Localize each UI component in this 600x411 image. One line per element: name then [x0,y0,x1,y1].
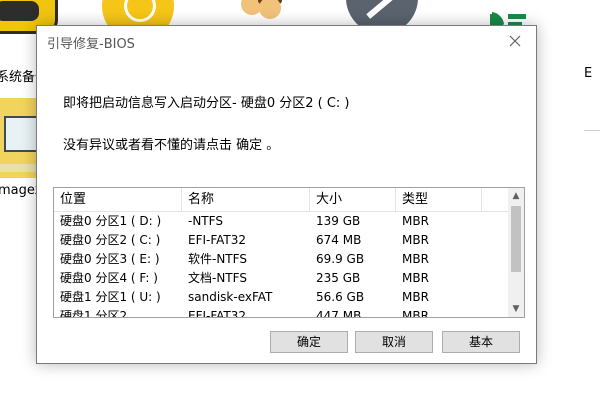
message-line-2: 没有异议或者看不懂的请点击 确定 。 [63,138,280,153]
partition-table[interactable]: 位置 名称 大小 类型 硬盘0 分区1 ( D: ) -NTFS 139 GB … [53,187,525,318]
cell-name: EFI-FAT32 [188,233,247,247]
table-row[interactable]: 硬盘1 分区1 ( U: ) sandisk-exFAT 56.6 GB MBR [54,288,510,307]
scrollbar-thumb[interactable] [511,206,521,272]
ok-button[interactable]: 确定 [270,331,348,353]
scroll-down-arrow-icon[interactable]: ▼ [508,301,524,317]
cell-location: 硬盘0 分区4 ( F: ) [60,271,158,285]
table-row[interactable]: 硬盘0 分区2 ( C: ) EFI-FAT32 674 MB MBR [54,231,510,250]
column-header-type[interactable]: 类型 [396,188,482,212]
cell-type: MBR [402,233,429,247]
cell-type: MBR [402,309,429,318]
cell-name: sandisk-exFAT [188,290,273,304]
cell-name: EFI-FAT32 [188,309,247,318]
column-header-location[interactable]: 位置 [54,188,182,212]
cell-location: 硬盘1 分区1 ( U: ) [60,290,161,304]
cell-type: MBR [402,214,429,228]
column-header-name[interactable]: 名称 [182,188,310,212]
cell-location: 硬盘0 分区1 ( D: ) [60,214,162,228]
cell-type: MBR [402,271,429,285]
cell-size: 674 MB [316,233,362,247]
cell-name: -NTFS [188,214,223,228]
column-header-extra [482,188,510,212]
table-row[interactable]: 硬盘1 分区2 EFI-FAT32 447 MB MBR [54,307,510,318]
cell-location: 硬盘0 分区2 ( C: ) [60,233,161,247]
close-button[interactable] [502,28,528,54]
divider [584,130,600,131]
right-label[interactable]: E [584,66,592,81]
cell-size: 139 GB [316,214,361,228]
cell-size: 69.9 GB [316,252,365,266]
table-row[interactable]: 硬盘0 分区1 ( D: ) -NTFS 139 GB MBR [54,212,510,231]
message-line-1: 即将把启动信息写入启动分区- 硬盘0 分区2 ( C: ) [63,96,350,111]
dialog-title: 引导修复-BIOS [47,37,135,52]
cancel-button[interactable]: 取消 [355,331,433,353]
cell-location: 硬盘0 分区3 ( E: ) [60,252,160,266]
cell-name: 文档-NTFS [188,271,247,285]
vertical-scrollbar[interactable]: ▲ ▼ [508,188,524,317]
cell-type: MBR [402,290,429,304]
column-header-size[interactable]: 大小 [310,188,396,212]
boot-repair-dialog: 引导修复-BIOS 即将把启动信息写入启动分区- 硬盘0 分区2 ( C: ) … [36,25,537,364]
close-icon [509,35,521,47]
cell-size: 447 MB [316,309,362,318]
table-header: 位置 名称 大小 类型 [54,188,510,212]
dialog-titlebar[interactable]: 引导修复-BIOS [37,26,536,56]
table-row[interactable]: 硬盘0 分区4 ( F: ) 文档-NTFS 235 GB MBR [54,269,510,288]
cell-location: 硬盘1 分区2 [60,309,128,318]
cell-name: 软件-NTFS [188,252,247,266]
cell-size: 235 GB [316,271,361,285]
table-row[interactable]: 硬盘0 分区3 ( E: ) 软件-NTFS 69.9 GB MBR [54,250,510,269]
scroll-up-arrow-icon[interactable]: ▲ [508,188,524,204]
basic-button[interactable]: 基本 [442,331,520,353]
cell-type: MBR [402,252,429,266]
cell-size: 56.6 GB [316,290,365,304]
